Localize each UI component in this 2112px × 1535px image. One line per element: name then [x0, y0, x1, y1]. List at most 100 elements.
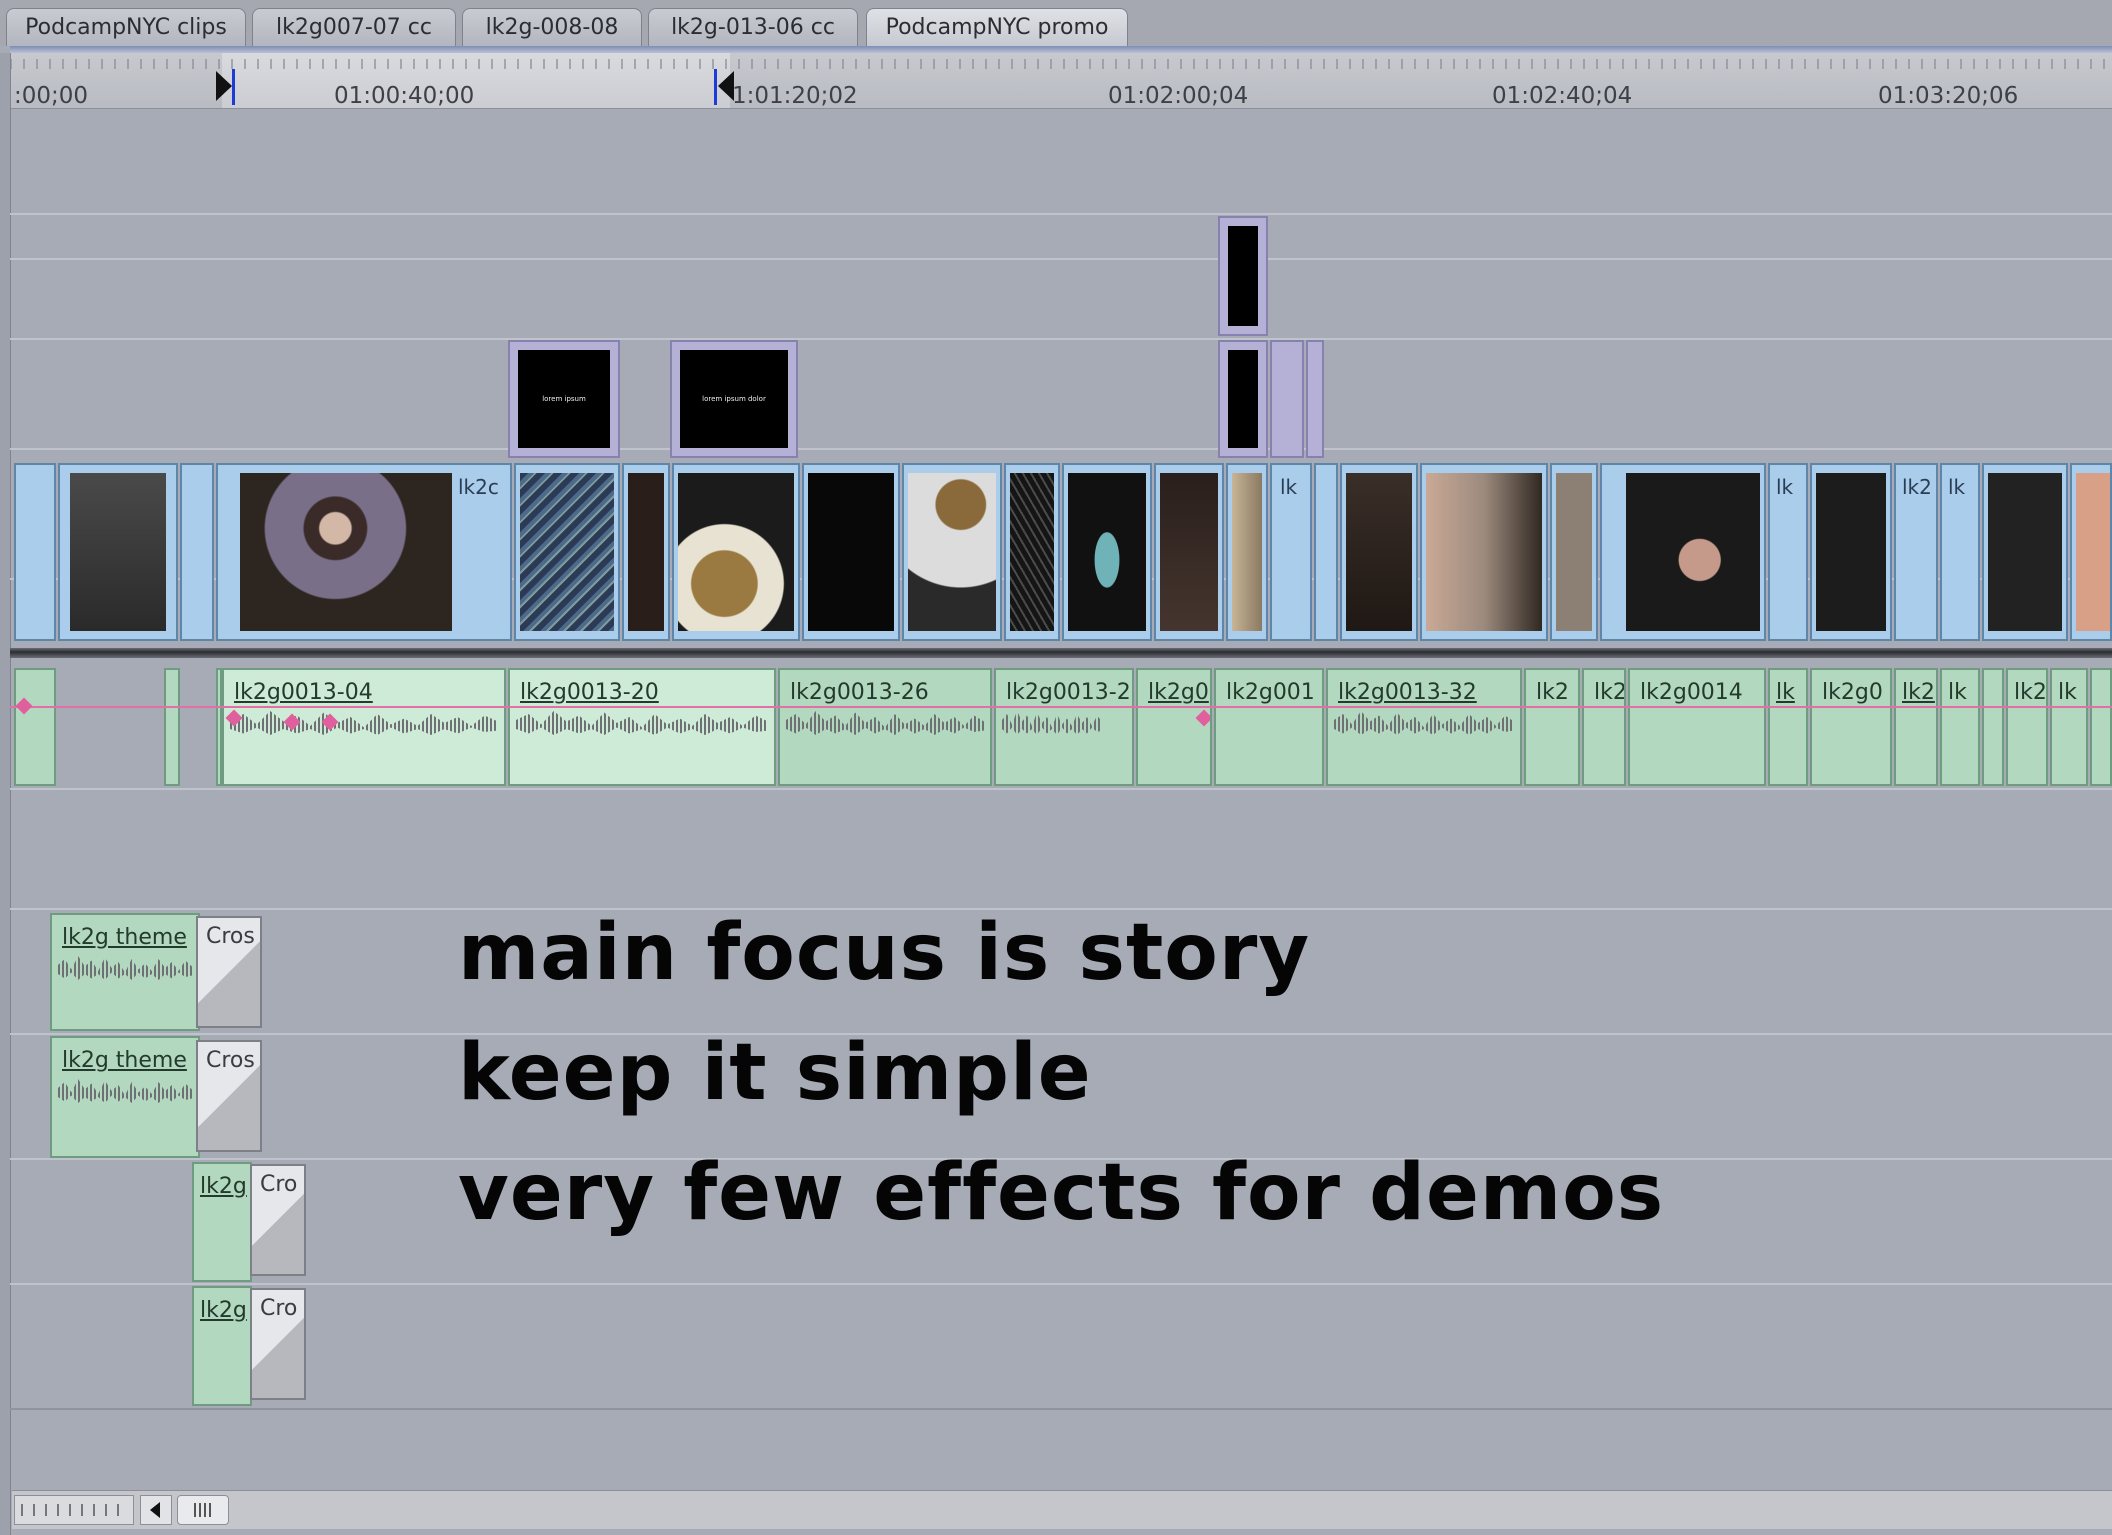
video-clip[interactable] [1600, 463, 1766, 641]
audio-clip[interactable]: lk2g0013-26 [778, 668, 992, 786]
video-clip[interactable]: lk [1768, 463, 1808, 641]
title-clip[interactable] [1218, 216, 1268, 336]
audio-clip[interactable]: lk2 [1894, 668, 1938, 786]
video-clip[interactable] [14, 463, 56, 641]
audio-clip[interactable] [1982, 668, 2004, 786]
timeline-scrollbar[interactable] [12, 1490, 2112, 1529]
clip-label: lk2 [1594, 680, 1626, 705]
clip-label: lk2g0013-04 [234, 680, 373, 705]
clip-label: lk2g0014 [1640, 680, 1743, 705]
video-clip[interactable] [58, 463, 178, 641]
tab-podcampnyc-promo[interactable]: PodcampNYC promo [866, 8, 1128, 46]
video-clip[interactable]: lk [1940, 463, 1980, 641]
audio-clip[interactable]: lk [2050, 668, 2088, 786]
audio-clip[interactable]: lk [1940, 668, 1980, 786]
video-clip[interactable] [1062, 463, 1152, 641]
video-clip[interactable] [622, 463, 670, 641]
tab-lk2g007-07-cc[interactable]: lk2g007-07 cc [252, 8, 456, 46]
clip-label: lk [1776, 680, 1795, 705]
video-clip[interactable] [672, 463, 800, 641]
ruler-ticks [10, 59, 2112, 69]
video-clip[interactable] [1982, 463, 2068, 641]
clip-label: lk2g0013-2 [1006, 680, 1131, 705]
tab-podcampnyc-clips[interactable]: PodcampNYC clips [6, 8, 246, 46]
video-clip[interactable] [1420, 463, 1548, 641]
clip-label: lk2g [200, 1298, 247, 1323]
playhead[interactable] [714, 69, 717, 105]
scroll-thumb[interactable] [177, 1495, 229, 1525]
audio-clip[interactable]: lk2 [1524, 668, 1580, 786]
video-audio-divider[interactable] [10, 648, 2112, 658]
audio-clip[interactable]: lk2g0 [1136, 668, 1212, 786]
audio-clip[interactable]: lk2g0013-32 [1326, 668, 1522, 786]
title-text: lorem ipsum dolor [702, 395, 766, 403]
track-separator [10, 1283, 2112, 1285]
clip-label: lk2g theme [62, 1048, 187, 1073]
out-point-marker[interactable] [718, 71, 734, 101]
clip-label: lk2 [1902, 680, 1935, 705]
clip-label: lk [2058, 680, 2077, 705]
track-separator [10, 338, 2112, 340]
tab-lk2g-013-06-cc[interactable]: lk2g-013-06 cc [648, 8, 858, 46]
title-clip[interactable]: lorem ipsum dolor [670, 340, 798, 458]
audio-clip[interactable]: lk [1768, 668, 1808, 786]
clip-label: lk2 [1536, 680, 1569, 705]
audio-clip[interactable]: lk2 [2006, 668, 2048, 786]
clip-label: lk [1948, 680, 1967, 705]
transition-label: Cro [260, 1172, 298, 1197]
in-point-marker[interactable] [216, 71, 232, 101]
video-clip[interactable] [1340, 463, 1418, 641]
video-clip[interactable] [1226, 463, 1268, 641]
track-separator [10, 213, 2112, 215]
video-clip[interactable] [1314, 463, 1338, 641]
video-clip[interactable] [1550, 463, 1598, 641]
video-clip[interactable] [2070, 463, 2112, 641]
audio-clip[interactable] [164, 668, 180, 786]
title-clip[interactable] [1306, 340, 1324, 458]
video-clip[interactable] [514, 463, 620, 641]
title-clip[interactable] [1270, 340, 1304, 458]
video-clip[interactable] [1810, 463, 1892, 641]
audio-clip[interactable]: lk2g0013-04 [222, 668, 506, 786]
audio-clip[interactable] [2090, 668, 2112, 786]
overlay-line-1: main focus is story [458, 908, 1311, 998]
audio-clip[interactable]: lk2g0014 [1628, 668, 1766, 786]
audio-clip[interactable]: lk2 [1582, 668, 1626, 786]
cross-dissolve-transition[interactable]: Cro [250, 1164, 306, 1276]
video-clip[interactable] [802, 463, 900, 641]
track-separator [10, 448, 2112, 450]
cross-dissolve-transition[interactable]: Cros [196, 1040, 262, 1152]
title-clip[interactable]: lorem ipsum [508, 340, 620, 458]
clip-label: lk2g0013-20 [520, 680, 659, 705]
audio-clip[interactable]: lk2g0013-2 [994, 668, 1134, 786]
cross-dissolve-transition[interactable]: Cro [250, 1288, 306, 1400]
video-clip[interactable]: lk2 [1894, 463, 1938, 641]
audio-clip[interactable]: lk2g001 [1214, 668, 1324, 786]
music-clip[interactable]: lk2g [192, 1286, 252, 1406]
audio-clip[interactable]: lk2g0 [1810, 668, 1892, 786]
music-clip[interactable]: lk2g theme [50, 1036, 200, 1158]
timeline-ruler[interactable]: :00;00 01:00:40;00 1:01:20;02 01:02:00;0… [10, 53, 2112, 109]
title-clip[interactable] [1218, 340, 1268, 458]
video-clip[interactable] [180, 463, 214, 641]
zoom-slider[interactable] [14, 1495, 134, 1525]
audio-level-line[interactable] [10, 706, 2112, 708]
clip-label: lk2g theme [62, 925, 187, 950]
clip-label: lk2c [458, 475, 499, 499]
video-clip[interactable] [1154, 463, 1224, 641]
ruler-timecode: 01:02:00;04 [1108, 83, 1249, 109]
cross-dissolve-transition[interactable]: Cros [196, 916, 262, 1028]
audio-clip[interactable] [14, 668, 56, 786]
audio-clip[interactable]: lk2g0013-20 [508, 668, 776, 786]
video-clip[interactable] [1004, 463, 1060, 641]
music-clip[interactable]: lk2g theme [50, 913, 200, 1031]
video-clip[interactable] [902, 463, 1002, 641]
tab-lk2g-008-08[interactable]: lk2g-008-08 [462, 8, 642, 46]
video-clip[interactable]: lk [1270, 463, 1312, 641]
video-clip[interactable]: lk2c [216, 463, 512, 641]
timeline-tracks: lorem ipsum lorem ipsum dolor lk2c lk lk… [10, 108, 2112, 1410]
music-clip[interactable]: lk2g [192, 1162, 252, 1282]
scroll-left-button[interactable] [140, 1495, 172, 1525]
ruler-timecode: :00;00 [14, 83, 89, 109]
clip-label: lk2g [200, 1174, 247, 1199]
